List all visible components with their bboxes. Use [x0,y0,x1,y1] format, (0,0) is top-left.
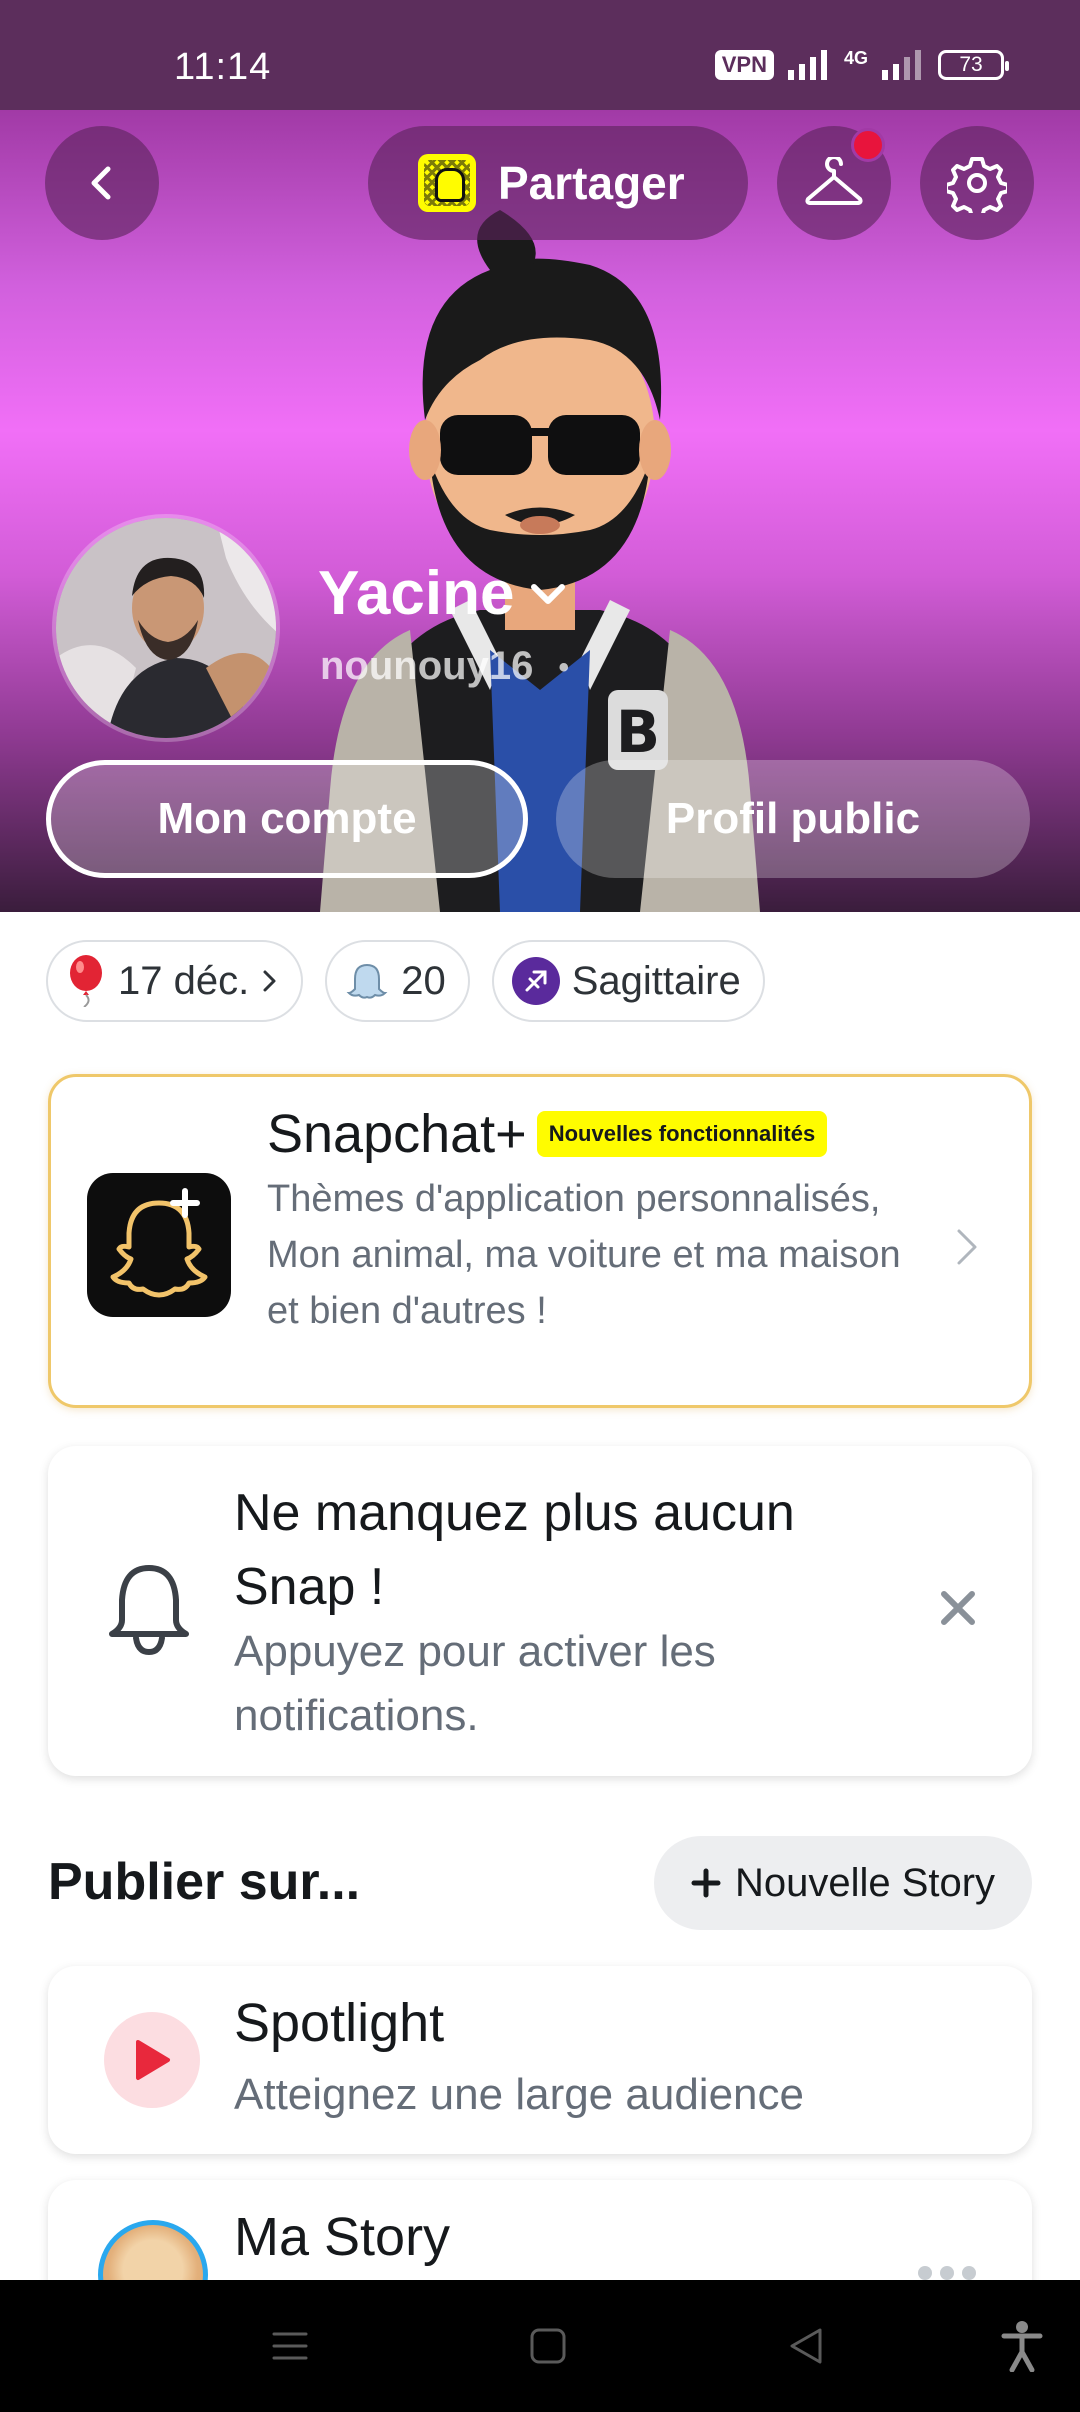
friends-count: 20 [401,958,446,1003]
new-story-label: Nouvelle Story [734,1860,996,1905]
profile-chips: 17 déc. 20 Sagittaire [46,940,765,1022]
my-story-title: Ma Story [234,2207,451,2267]
profile-header: B Partager Yacine nounouy16 • Mon compte… [0,110,1080,912]
svg-text:B: B [616,698,660,766]
snapchat-plus-description: Thèmes d'application personnalisés, Mon … [267,1178,901,1332]
notification-dot [851,128,885,162]
snapchat-plus-title: Snapchat+ Nouvelles fonctionnalités [267,1103,828,1165]
back-button[interactable] [45,126,159,240]
spotlight-subtitle: Atteignez une large audience [234,2070,804,2119]
username-text: nounouy16 [320,644,534,688]
notifications-title: Ne manquez plus aucun Snap ! [234,1484,795,1616]
battery-indicator: 73 [938,50,1009,80]
wardrobe-button[interactable] [777,126,891,240]
signal-icon-secondary [882,50,921,80]
friends-chip[interactable]: 20 [325,940,470,1022]
snapchat-plus-icon [87,1173,231,1317]
enable-notifications-card[interactable]: Ne manquez plus aucun Snap ! Appuyez pou… [48,1446,1032,1776]
snapchat-plus-card[interactable]: Snapchat+ Nouvelles fonctionnalités Thèm… [48,1074,1032,1408]
my-account-button[interactable]: Mon compte [46,760,528,878]
notifications-description: Appuyez pour activer les notifications. [234,1627,716,1740]
username: nounouy16 • [320,644,569,689]
network-type: 4G [843,47,868,68]
new-story-button[interactable]: Nouvelle Story [654,1836,1032,1930]
public-profile-button[interactable]: Profil public [556,760,1030,878]
share-label: Partager [498,157,685,209]
system-navigation-bar [0,2280,1080,2412]
zodiac-text: Sagittaire [571,958,741,1003]
settings-button[interactable] [920,126,1034,240]
spotlight-row[interactable]: Spotlight Atteignez une large audience [48,1966,1032,2154]
snapcode-icon [418,154,476,212]
publish-section-title: Publier sur... [48,1853,361,1911]
profile-photo-image [56,518,276,738]
chevron-right-icon [263,970,276,992]
more-options-icon[interactable] [918,2266,976,2280]
chevron-down-icon [531,583,566,604]
signal-icon [787,50,827,80]
chevron-left-icon [91,166,111,200]
snapchat-plus-title-text: Snapchat+ [267,1104,527,1164]
gear-icon [947,157,1007,213]
plus-icon [691,1868,721,1898]
profile-photo[interactable] [52,514,280,742]
back-nav-icon[interactable] [786,2326,826,2366]
vpn-indicator: VPN [714,50,774,80]
hanger-icon [805,157,863,205]
balloon-icon [70,955,102,1007]
birthday-text: 17 déc. [118,958,250,1003]
zodiac-chip[interactable]: Sagittaire [491,940,765,1022]
spotlight-icon [104,2012,200,2108]
accessibility-icon[interactable] [1000,2320,1044,2372]
spotlight-title: Spotlight [234,1993,445,2053]
birthday-chip[interactable]: 17 déc. [46,940,304,1022]
ghost-friends-icon [346,963,388,999]
chevron-right-icon [957,1229,977,1265]
share-button[interactable]: Partager [368,126,748,240]
status-bar: 11:14 VPN 4G 73 [0,0,1080,110]
separator-dot: • [558,651,569,685]
display-name-text: Yacine [318,559,515,628]
bell-icon [109,1565,189,1656]
status-time: 11:14 [174,46,272,88]
close-icon[interactable] [938,1588,978,1628]
sagittarius-icon [511,957,560,1005]
status-icons: VPN 4G 73 [714,47,1009,80]
new-features-badge: Nouvelles fonctionnalités [536,1111,828,1157]
display-name[interactable]: Yacine [318,558,568,629]
menu-icon[interactable] [270,2326,310,2366]
home-icon[interactable] [528,2326,568,2366]
